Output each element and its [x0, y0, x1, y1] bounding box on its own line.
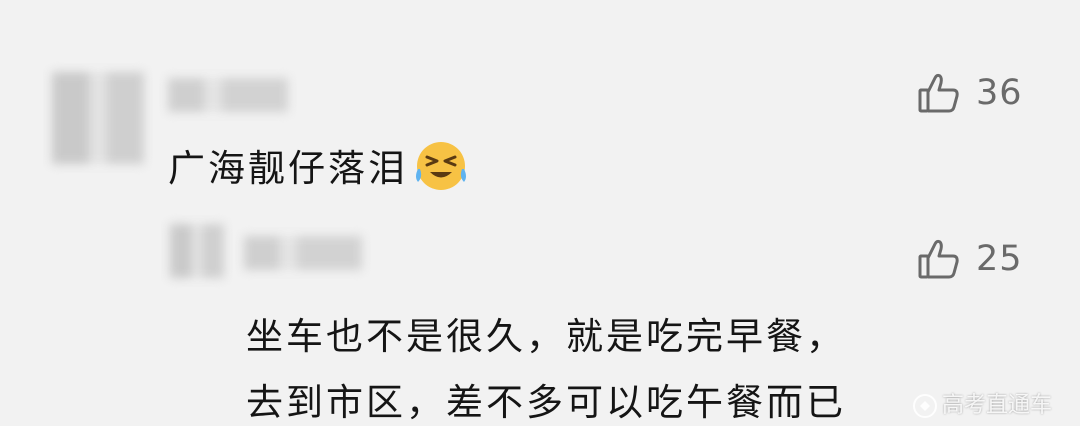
- username-blurred[interactable]: [244, 236, 362, 270]
- watermark: 高考直通车: [912, 387, 1052, 419]
- avatar[interactable]: [170, 224, 224, 278]
- comment-text: 广海靓仔落泪: [168, 138, 470, 202]
- like-button[interactable]: 36: [916, 70, 1023, 116]
- avatar[interactable]: [52, 72, 144, 164]
- watermark-text: 高考直通车: [941, 393, 1052, 418]
- like-count: 25: [976, 239, 1023, 279]
- like-button[interactable]: 25: [916, 236, 1023, 282]
- thumbs-up-icon: [916, 70, 962, 116]
- comment-text-line-2: 去到市区，差不多可以吃午餐而已: [246, 381, 846, 424]
- comment-body: 广海靓仔落泪: [168, 147, 408, 190]
- comment-text-line-1: 坐车也不是很久，就是吃完早餐，: [246, 315, 846, 358]
- username-blurred[interactable]: [168, 78, 288, 112]
- watermark-logo-icon: [912, 393, 938, 419]
- thumbs-up-icon: [916, 236, 962, 282]
- like-count: 36: [976, 73, 1023, 113]
- crying-laughing-emoji-icon: [412, 139, 470, 202]
